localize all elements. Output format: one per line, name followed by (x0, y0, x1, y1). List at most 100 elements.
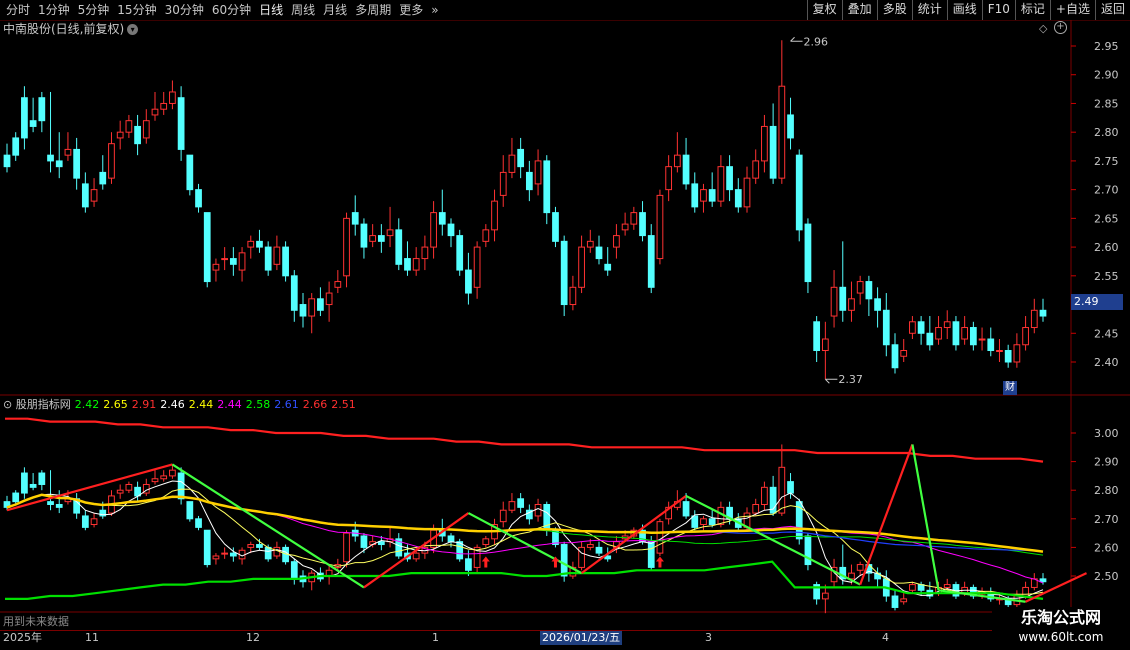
price-tick-label: 2.90 (1094, 69, 1119, 82)
candle-body (438, 212, 446, 225)
candle-body (752, 160, 760, 179)
candle-body (909, 321, 916, 334)
ind-candle-body (169, 469, 176, 477)
date-label-0: 2025年 (3, 631, 42, 644)
ind-candle-body (804, 535, 812, 566)
indicator-value-1: 2.65 (103, 398, 128, 411)
candle-body (142, 120, 150, 139)
ind-candle-body (534, 504, 542, 517)
ind-candle-body (47, 501, 54, 506)
candle-body (29, 120, 37, 127)
ind-candle-body (125, 483, 133, 491)
ind-candle-body (212, 555, 220, 560)
candle-body (404, 258, 411, 271)
candle-body (639, 212, 646, 237)
candle-body (917, 321, 925, 334)
candle-body (430, 212, 437, 248)
candle-body (613, 235, 620, 248)
price-tick-label: 2.80 (1094, 126, 1119, 139)
candle-body (761, 125, 768, 162)
ind-candle-body (221, 552, 229, 555)
ind-candle-body (55, 504, 63, 508)
indicator-name-text: 股朋指标网 (15, 398, 71, 411)
price-tick-label: 2.55 (1094, 270, 1119, 283)
date-label-5: 3 (705, 631, 712, 644)
candle-body (125, 120, 133, 133)
ind-candle-body (560, 544, 568, 577)
candle-body (778, 85, 786, 179)
indicator-name[interactable]: ⊙ 股朋指标网 (3, 398, 71, 411)
candle-body (961, 327, 969, 340)
date-label-4: 2026/01/23/五 (540, 631, 623, 645)
candle-body (47, 154, 54, 162)
indicator-value-5: 2.44 (217, 398, 242, 411)
candle-body (508, 154, 516, 173)
candle-body (534, 160, 542, 185)
zigzag-segment (580, 495, 687, 575)
zigzag-segment (911, 444, 940, 591)
candle-body (229, 258, 237, 265)
candle-body (90, 189, 98, 202)
low-marker (824, 378, 838, 384)
ind-candle-body (900, 598, 908, 603)
candle-body (578, 246, 585, 288)
candle-body (743, 177, 751, 208)
price-tick-label: 2.95 (1094, 40, 1119, 53)
candle-body (525, 171, 533, 191)
ind-candle-body (229, 552, 237, 557)
candle-body (473, 246, 481, 288)
ind-candle-body (943, 584, 951, 588)
indicator-value-0: 2.42 (74, 398, 100, 411)
candle-body (12, 137, 20, 156)
candle-body (926, 332, 934, 346)
candle-body (160, 102, 168, 110)
candle-body (81, 183, 89, 208)
date-label-6: 4 (882, 631, 889, 644)
finance-badge[interactable]: 财 (1003, 381, 1017, 395)
candle-body (987, 338, 995, 352)
ind-candle-body (656, 521, 664, 554)
ind-candle-body (856, 564, 864, 571)
ind-candle-body (264, 546, 272, 560)
candle-body (256, 240, 263, 248)
candle-body (595, 246, 603, 260)
candle-body (55, 160, 63, 168)
indicator-tick-label: 2.90 (1094, 456, 1119, 469)
indicator-legend[interactable]: ⊙ 股朋指标网 2.42 2.65 2.91 2.46 2.44 2.44 2.58 2.61 2… (3, 397, 360, 413)
up-arrow-icon (655, 556, 664, 568)
candle-body (795, 154, 803, 231)
candle-body (264, 246, 272, 271)
date-label-2: 12 (246, 631, 260, 644)
candle-body (586, 240, 594, 248)
main-candles (3, 40, 1047, 380)
site-watermark: 乐淘公式网 www.60lt.com (992, 607, 1130, 650)
ind-candle-body (90, 518, 98, 526)
price-axis: 2.95 2.90 2.85 2.80 2.75 2.70 2.65 2.60 2.55 2.50… (1071, 40, 1119, 583)
candle-body (273, 246, 281, 265)
low-price-label: 2.37 (838, 373, 863, 386)
zigzag-segment (363, 512, 470, 589)
candle-body (247, 240, 255, 248)
ind-candle-body (377, 541, 385, 546)
candle-body (499, 171, 507, 196)
ind-candle-body (595, 546, 603, 554)
watermark-title: 乐淘公式网 (1020, 608, 1101, 627)
candle-body (1030, 309, 1038, 329)
candle-body (99, 171, 107, 185)
candle-body (717, 166, 725, 202)
candle-body (238, 252, 246, 271)
ind-candle-body (151, 478, 159, 483)
ind-candle-body (482, 538, 490, 546)
candle-body (996, 350, 1003, 353)
candle-body (543, 160, 551, 214)
ind-candle-body (177, 472, 185, 500)
ind-candle-body (343, 532, 350, 563)
candle-body (874, 298, 881, 311)
chart-canvas[interactable]: 2.95 2.90 2.85 2.80 2.75 2.70 2.65 2.60 2.55 2.50… (0, 0, 1130, 650)
candle-body (395, 229, 403, 265)
price-tick-label: 2.40 (1094, 356, 1119, 369)
indicator-value-7: 2.61 (274, 398, 299, 411)
candle-body (647, 235, 655, 288)
candle-body (821, 338, 829, 352)
candle-body (978, 338, 986, 341)
